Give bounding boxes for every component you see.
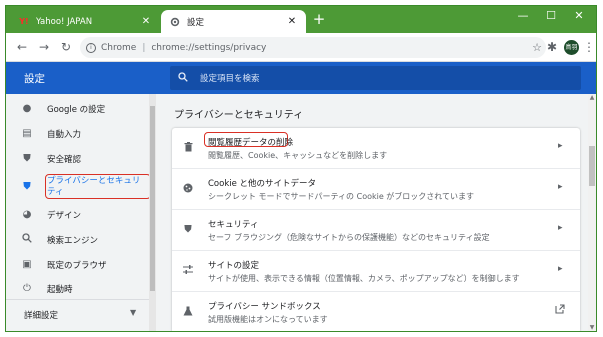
scrollbar-thumb[interactable] (150, 106, 155, 291)
close-tab-icon[interactable]: ✕ (286, 16, 298, 27)
shield-icon: ⛊ (23, 181, 31, 192)
sidebar-item-label: 起動時 (47, 284, 73, 295)
yahoo-favicon-icon: Y! (19, 17, 29, 26)
close-window-button[interactable]: ✕ (568, 9, 590, 25)
menu-kebab-icon[interactable]: ⋮ (581, 39, 596, 55)
site-label: Chrome (101, 42, 137, 53)
extensions-puzzle-icon[interactable]: ✱ (544, 39, 560, 55)
browser-icon: ▣ (22, 259, 32, 270)
clipboard-icon: ▤ (22, 128, 32, 139)
row-subtitle: 閲覧履歴、Cookie、キャッシュなどを削除します (208, 151, 388, 160)
sliders-icon (182, 265, 194, 277)
search-icon (178, 71, 190, 85)
row-title: セキュリティ (208, 220, 259, 230)
reload-icon[interactable]: ↻ (58, 39, 74, 55)
gear-icon (169, 17, 181, 27)
forward-arrow-icon[interactable]: → (36, 39, 52, 55)
sidebar-item-search-engine[interactable]: 検索エンジン (6, 227, 149, 252)
sidebar-item-label: Google の設定 (47, 104, 106, 115)
tab-strip: Y! Yahoo! JAPAN ✕ 設定 ✕ + — ☐ ✕ (6, 6, 596, 33)
row-cookies[interactable]: Cookie と他のサイトデータ シークレット モードでサードパーティの Coo… (172, 169, 580, 210)
row-title: プライバシー サンドボックス (208, 302, 321, 312)
row-security[interactable]: ⛊ セキュリティ セーフ ブラウジング（危険なサイトからの保護機能）などのセキュ… (172, 210, 580, 251)
palette-icon: ◕ (22, 209, 32, 220)
site-info-icon[interactable]: i (86, 42, 96, 53)
scrollbar-thumb[interactable] (589, 146, 595, 186)
settings-search-input[interactable]: 設定項目を検索 (170, 66, 581, 90)
sidebar-divider (6, 299, 149, 300)
row-clear-browsing-data[interactable]: 閲覧履歴データの削除 閲覧履歴、Cookie、キャッシュなどを削除します ▸ (172, 128, 580, 169)
chevron-right-icon: ▸ (558, 223, 563, 233)
sidebar-item-safety-check[interactable]: ⛊ 安全確認 (6, 146, 149, 171)
tab-label: Yahoo! JAPAN (36, 16, 93, 27)
page-title: 設定 (24, 73, 45, 85)
row-subtitle: シークレット モードでサードパーティの Cookie がブロックされています (208, 192, 475, 201)
row-site-settings[interactable]: サイトの設定 サイトが使用、表示できる情報（位置情報、カメラ、ポップアップなど）… (172, 251, 580, 292)
chevron-right-icon: ▸ (558, 182, 563, 192)
row-subtitle: 試用版機能はオンになっています (208, 315, 328, 324)
main-scrollbar[interactable]: ▲ ▼ (588, 94, 596, 331)
back-arrow-icon[interactable]: ← (14, 39, 30, 55)
settings-body: ● Google の設定 ▤ 自動入力 ⛊ 安全確認 ⛊ プライバシーとセキュリ… (6, 94, 596, 331)
sidebar-item-label: 検索エンジン (47, 235, 99, 246)
scroll-down-icon[interactable]: ▼ (588, 324, 596, 331)
settings-sidebar: ● Google の設定 ▤ 自動入力 ⛊ 安全確認 ⛊ プライバシーとセキュリ… (6, 94, 156, 331)
settings-header: 設定 設定項目を検索 (6, 62, 596, 94)
trash-icon (182, 142, 194, 155)
minimize-button[interactable]: — (512, 9, 534, 25)
tab-settings[interactable]: 設定 ✕ (161, 10, 306, 33)
omnibox-separator: | (142, 42, 146, 53)
chevron-right-icon: ▸ (558, 264, 563, 274)
flask-icon (182, 306, 194, 319)
row-title: サイトの設定 (208, 261, 260, 271)
shield-check-icon: ⛊ (23, 153, 31, 164)
advanced-settings-toggle[interactable]: 詳細設定 (24, 309, 58, 321)
power-icon: ⏻ (23, 283, 31, 294)
row-title: 閲覧履歴データの削除 (208, 138, 294, 148)
search-placeholder: 設定項目を検索 (200, 74, 260, 84)
tab-yahoo[interactable]: Y! Yahoo! JAPAN ✕ (10, 10, 160, 33)
profile-avatar[interactable]: 鳥羽 (564, 40, 579, 55)
search-icon (20, 233, 34, 246)
section-title: プライバシーとセキュリティ (174, 110, 304, 121)
browser-window: Y! Yahoo! JAPAN ✕ 設定 ✕ + — ☐ ✕ ← → ↻ i C… (5, 5, 597, 332)
row-privacy-sandbox[interactable]: プライバシー サンドボックス 試用版機能はオンになっています (172, 292, 580, 331)
maximize-button[interactable]: ☐ (540, 9, 562, 25)
sidebar-item-label: 自動入力 (47, 129, 82, 140)
new-tab-button[interactable]: + (311, 12, 327, 28)
sidebar-item-default-browser[interactable]: ▣ 既定のブラウザ (6, 252, 149, 277)
row-title: Cookie と他のサイトデータ (208, 179, 317, 189)
row-subtitle: サイトが使用、表示できる情報（位置情報、カメラ、ポップアップなど）を制御します (208, 274, 520, 283)
highlight-box (45, 174, 151, 199)
chevron-right-icon: ▸ (558, 141, 563, 151)
sidebar-item-google[interactable]: ● Google の設定 (6, 96, 149, 121)
sidebar-item-appearance[interactable]: ◕ デザイン (6, 202, 149, 227)
shield-icon: ⛊ (184, 224, 192, 235)
row-subtitle: セーフ ブラウジング（危険なサイトからの保護機能）などのセキュリティ設定 (208, 233, 490, 242)
cookie-icon (182, 183, 194, 196)
close-tab-icon[interactable]: ✕ (140, 16, 152, 27)
open-external-icon (555, 304, 565, 317)
scroll-up-icon[interactable]: ▲ (588, 94, 596, 103)
privacy-card: 閲覧履歴データの削除 閲覧履歴、Cookie、キャッシュなどを削除します ▸ C… (172, 128, 580, 331)
caret-down-icon[interactable]: ▼ (130, 308, 136, 317)
tab-label: 設定 (187, 17, 205, 28)
url-text[interactable]: chrome://settings/privacy (151, 43, 266, 53)
sidebar-item-label: 安全確認 (47, 154, 82, 165)
sidebar-item-label: 既定のブラウザ (47, 260, 107, 271)
address-bar[interactable]: i Chrome | chrome://settings/privacy ☆ (80, 37, 546, 58)
sidebar-item-label: デザイン (47, 210, 82, 221)
sidebar-item-on-startup[interactable]: ⏻ 起動時 (6, 276, 149, 301)
browser-toolbar: ← → ↻ i Chrome | chrome://settings/priva… (6, 33, 596, 62)
person-icon: ● (22, 103, 32, 114)
sidebar-scrollbar[interactable] (149, 94, 156, 331)
sidebar-item-autofill[interactable]: ▤ 自動入力 (6, 121, 149, 146)
